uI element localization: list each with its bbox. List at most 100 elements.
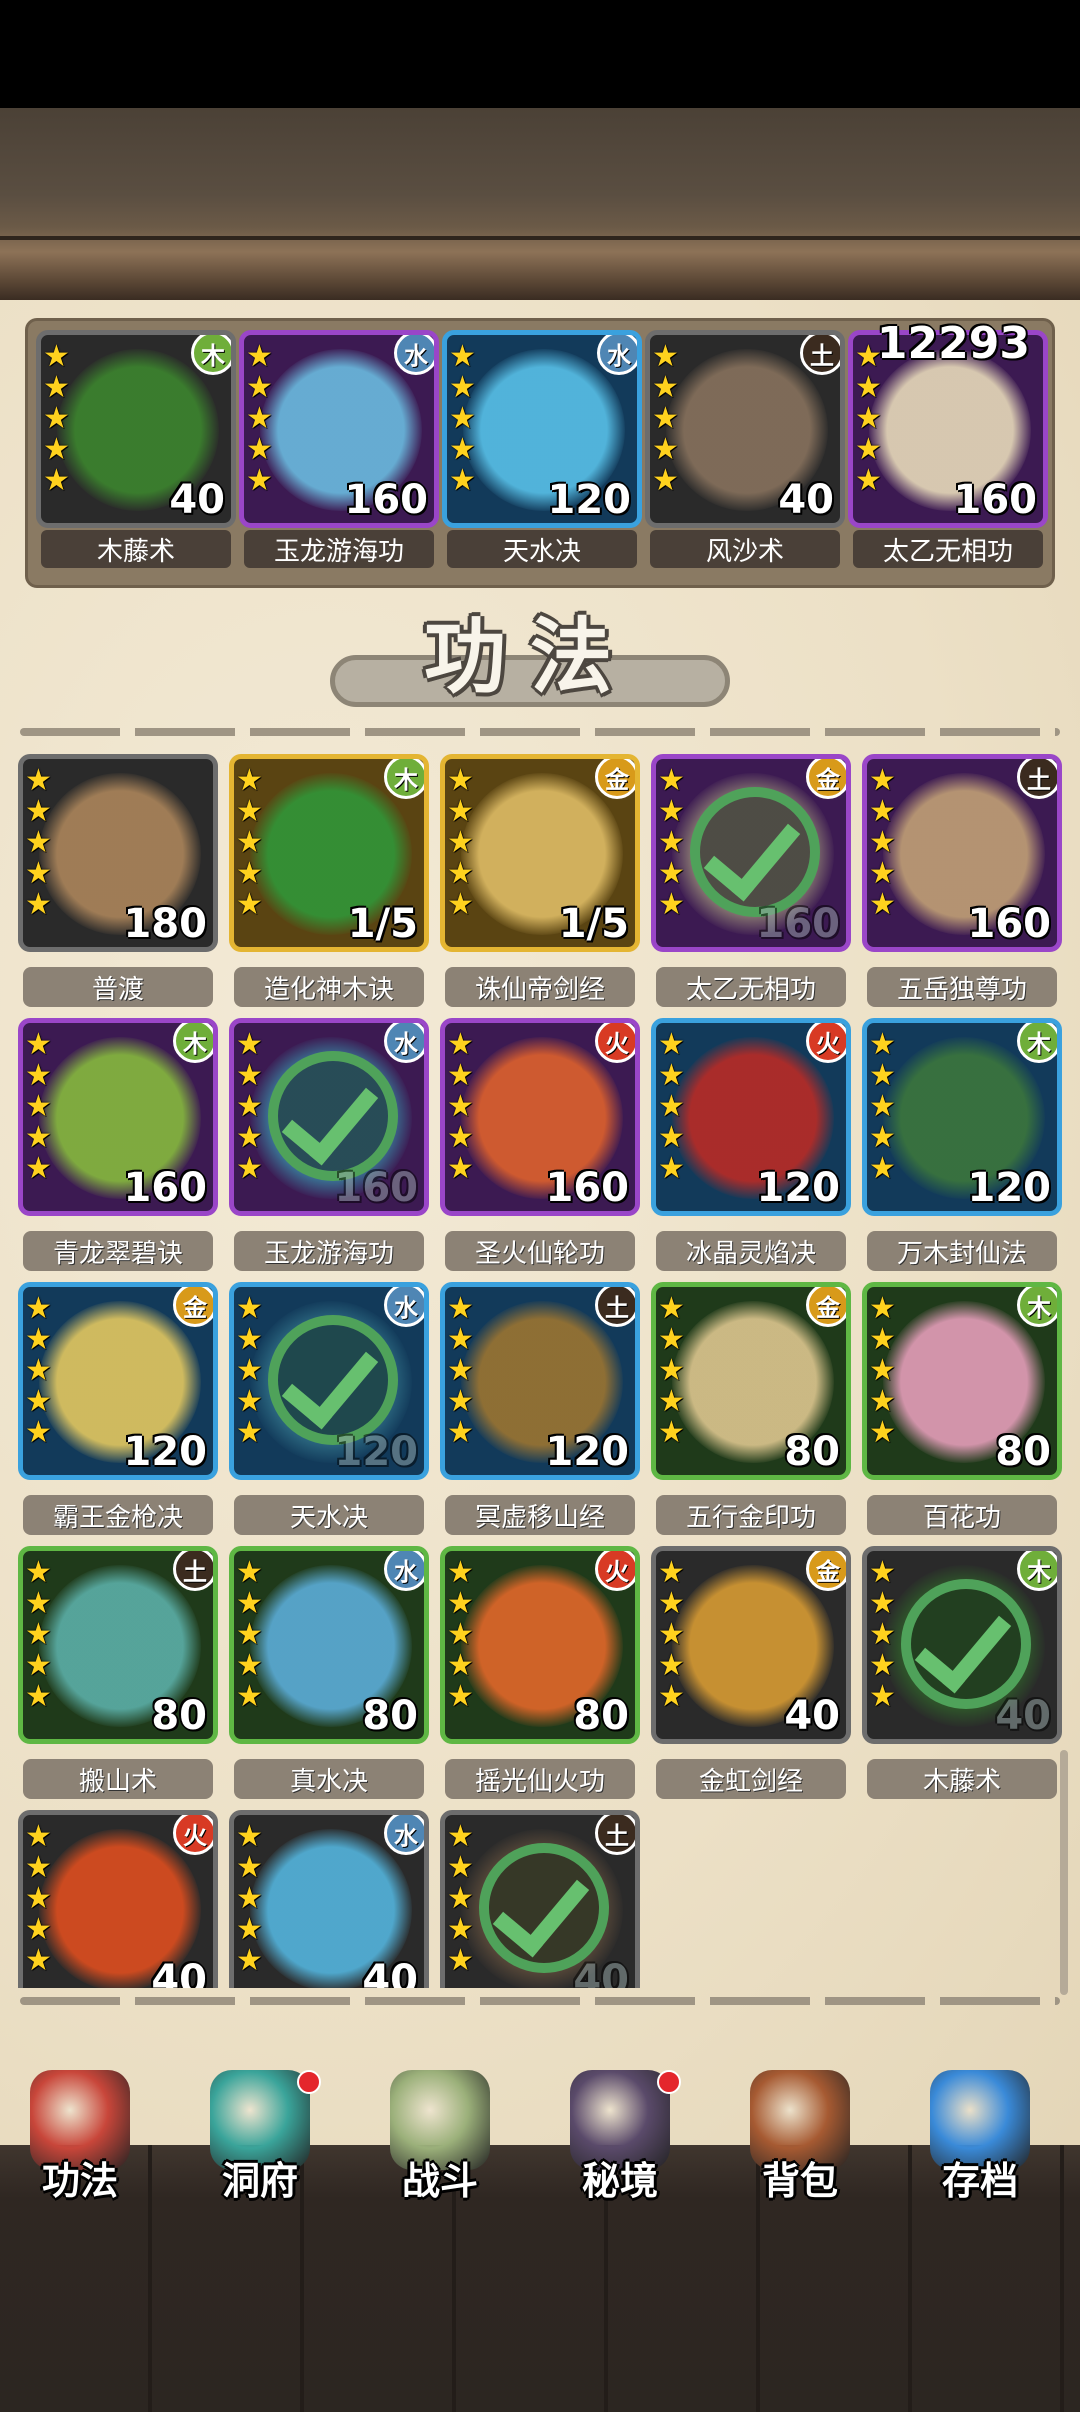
- star-rating: ★ ★ ★ ★ ★: [236, 1293, 263, 1448]
- star-rating: ★ ★ ★ ★ ★: [43, 341, 70, 496]
- element-badge-icon: 木: [1017, 1023, 1057, 1063]
- star-icon: ★: [869, 887, 896, 922]
- star-icon: ★: [869, 1291, 896, 1326]
- star-icon: ★: [658, 825, 685, 860]
- checkmark-icon: [479, 1843, 609, 1973]
- star-icon: ★: [447, 1151, 474, 1186]
- skill-name: 圣火仙轮功: [445, 1231, 635, 1271]
- element-badge-icon: 水: [384, 1815, 424, 1855]
- skill-card[interactable]: ★ ★ ★ ★ ★ 土 120: [440, 1282, 640, 1480]
- star-icon: ★: [658, 1058, 685, 1093]
- skill-card[interactable]: ★ ★ ★ ★ ★ 火 120: [651, 1018, 851, 1216]
- skill-card[interactable]: ★ ★ ★ ★ ★ 金 80: [651, 1282, 851, 1480]
- skill-card[interactable]: ★ ★ ★ ★ ★ 木 1/5: [229, 754, 429, 952]
- skill-card[interactable]: ★ ★ ★ ★ ★ 水 120: [229, 1282, 429, 1480]
- star-icon: ★: [25, 1819, 52, 1854]
- skill-card[interactable]: ★ ★ ★ ★ ★ 水 80: [229, 1546, 429, 1744]
- star-icon: ★: [652, 401, 679, 436]
- skill-name: 五岳独尊功: [867, 967, 1057, 1007]
- skill-card[interactable]: ★ ★ ★ ★ ★ 金 1/5: [440, 754, 640, 952]
- skill-card[interactable]: ★ ★ ★ ★ ★ 火 160: [440, 1018, 640, 1216]
- star-icon: ★: [449, 432, 476, 467]
- star-icon: ★: [658, 794, 685, 829]
- skill-card[interactable]: ★ ★ ★ ★ ★ 水 160: [239, 330, 439, 528]
- star-icon: ★: [25, 1291, 52, 1326]
- skill-level: 120: [545, 1429, 630, 1475]
- skill-card[interactable]: ★ ★ ★ ★ ★ 水 120: [442, 330, 642, 528]
- skill-card[interactable]: ★ ★ ★ ★ ★ 火 80: [440, 1546, 640, 1744]
- skill-card[interactable]: ★ ★ ★ ★ ★ 木 40: [36, 330, 236, 528]
- section-title: 功法: [423, 609, 636, 705]
- star-icon: ★: [43, 370, 70, 405]
- skill-card[interactable]: ★ ★ ★ ★ ★ 土 40: [440, 1810, 640, 1988]
- skill-card[interactable]: ★ ★ ★ ★ ★ 木 80: [862, 1282, 1062, 1480]
- skill-card[interactable]: ★ ★ ★ ★ ★ 金 120: [18, 1282, 218, 1480]
- star-icon: ★: [869, 794, 896, 829]
- star-rating: ★ ★ ★ ★ ★: [869, 1293, 896, 1448]
- nav-scroll[interactable]: 功法: [5, 2070, 155, 2203]
- top-divider: [20, 728, 1060, 736]
- scrollbar[interactable]: [1060, 1750, 1068, 1995]
- star-icon: ★: [236, 1058, 263, 1093]
- skill-card[interactable]: ★ ★ ★ ★ ★ 木 160: [18, 1018, 218, 1216]
- nav-sword[interactable]: 战斗: [365, 2070, 515, 2203]
- skill-card[interactable]: ★ ★ ★ ★ ★ 土 160: [862, 754, 1062, 952]
- skill-level: 120: [756, 1165, 841, 1211]
- skill-level: 40: [573, 1957, 629, 1988]
- skill-name: 造化神木诀: [234, 967, 424, 1007]
- skill-card[interactable]: ★ ★ ★ ★ ★ 金 40: [651, 1546, 851, 1744]
- star-icon: ★: [869, 1151, 896, 1186]
- notification-dot-icon: [657, 2070, 681, 2094]
- skill-level: 160: [967, 901, 1052, 947]
- star-icon: ★: [447, 763, 474, 798]
- star-icon: ★: [236, 1912, 263, 1947]
- star-icon: ★: [658, 1555, 685, 1590]
- star-rating: ★ ★ ★ ★ ★: [25, 1029, 52, 1184]
- element-badge-icon: 水: [384, 1023, 424, 1063]
- nav-backpack[interactable]: 背包: [725, 2070, 875, 2203]
- element-badge-icon: 火: [173, 1815, 213, 1855]
- skill-level: 80: [151, 1693, 207, 1739]
- star-icon: ★: [447, 1819, 474, 1854]
- skill-card[interactable]: ★ ★ ★ ★ ★ 金 160: [651, 754, 851, 952]
- star-icon: ★: [869, 1679, 896, 1714]
- star-icon: ★: [449, 339, 476, 374]
- skill-name: 玉龙游海功: [234, 1231, 424, 1271]
- skill-level: 160: [123, 1165, 208, 1211]
- checkmark-icon: [268, 1051, 398, 1181]
- nav-label: 战斗: [401, 2159, 478, 2203]
- nav-portal[interactable]: 秘境: [545, 2070, 695, 2203]
- nav-cave[interactable]: 洞府: [185, 2070, 335, 2203]
- element-badge-icon: 水: [394, 335, 434, 375]
- star-icon: ★: [658, 1027, 685, 1062]
- equipped-skill-name: 天水决: [447, 530, 637, 568]
- star-icon: ★: [658, 1089, 685, 1124]
- skill-card[interactable]: ★ ★ ★ ★ ★ 水 160: [229, 1018, 429, 1216]
- checkmark-icon: [268, 1315, 398, 1445]
- skill-card[interactable]: ★ ★ ★ ★ ★ 土 80: [18, 1546, 218, 1744]
- skill-level: 80: [573, 1693, 629, 1739]
- star-icon: ★: [236, 887, 263, 922]
- star-icon: ★: [447, 1648, 474, 1683]
- star-icon: ★: [236, 1291, 263, 1326]
- skill-card[interactable]: ★ ★ ★ ★ ★ 木 120: [862, 1018, 1062, 1216]
- star-icon: ★: [855, 370, 882, 405]
- currency-counter: 12293: [876, 318, 1030, 369]
- element-badge-icon: 木: [384, 759, 424, 799]
- star-icon: ★: [43, 432, 70, 467]
- skill-card[interactable]: ★ ★ ★ ★ ★ 土 40: [645, 330, 845, 528]
- star-icon: ★: [236, 1881, 263, 1916]
- star-icon: ★: [869, 1120, 896, 1155]
- nav-save[interactable]: 存档: [905, 2070, 1055, 2203]
- star-rating: ★ ★ ★ ★ ★: [869, 1029, 896, 1184]
- star-rating: ★ ★ ★ ★ ★: [236, 1557, 263, 1712]
- skill-level: 40: [169, 477, 225, 523]
- star-icon: ★: [447, 794, 474, 829]
- skill-card[interactable]: ★ ★ ★ ★ ★ 火 40: [18, 1810, 218, 1988]
- skill-card[interactable]: ★ ★ ★ ★ ★ 180: [18, 754, 218, 952]
- skill-card[interactable]: ★ ★ ★ ★ ★ 水 40: [229, 1810, 429, 1988]
- star-icon: ★: [855, 463, 882, 498]
- star-icon: ★: [447, 1586, 474, 1621]
- star-icon: ★: [25, 825, 52, 860]
- skill-card[interactable]: ★ ★ ★ ★ ★ 木 40: [862, 1546, 1062, 1744]
